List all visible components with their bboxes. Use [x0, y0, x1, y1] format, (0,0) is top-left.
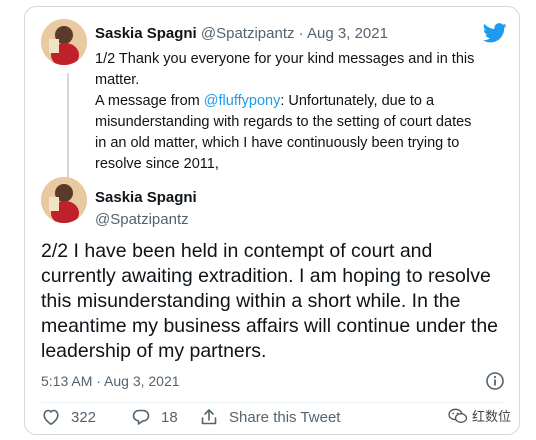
- reply-icon: [132, 409, 150, 425]
- tweet-actions: 322 18 Share this Tweet: [41, 407, 511, 435]
- share-button[interactable]: Share this Tweet: [199, 407, 340, 427]
- like-count: 322: [71, 408, 97, 426]
- watermark: 红数位: [448, 406, 511, 425]
- share-icon: [201, 409, 217, 425]
- avatar[interactable]: [41, 19, 87, 65]
- quoted-tweet-header: Saskia Spagni @Spatzipantz · Aug 3, 2021: [95, 25, 388, 42]
- quoted-tweet-text: 1/2 Thank you everyone for your kind mes…: [95, 49, 485, 175]
- separator: ·: [294, 25, 308, 42]
- author-handle[interactable]: @Spatzipantz: [201, 25, 295, 42]
- watermark-text: 红数位: [472, 409, 512, 424]
- thread-line: [67, 73, 69, 185]
- tweet-text-paragraph: A message from @fluffypony: Unfortunatel…: [95, 91, 485, 175]
- divider: [41, 402, 505, 403]
- twitter-bird-icon[interactable]: [483, 23, 507, 48]
- tweet-card: Saskia Spagni @Spatzipantz · Aug 3, 2021…: [24, 6, 520, 435]
- reply-count: 18: [161, 408, 178, 426]
- heart-icon: [43, 409, 59, 425]
- tweet-date[interactable]: Aug 3, 2021: [307, 25, 388, 42]
- reply-button[interactable]: 18: [131, 407, 178, 427]
- tweet-text: 2/2 I have been held in contempt of cour…: [41, 240, 499, 362]
- info-icon[interactable]: [485, 371, 505, 396]
- tweet-timestamp[interactable]: 5:13 AM · Aug 3, 2021: [41, 373, 180, 389]
- like-button[interactable]: 322: [41, 407, 96, 427]
- wechat-icon: [448, 408, 468, 423]
- author-handle[interactable]: @Spatzipantz: [95, 211, 189, 228]
- author-name[interactable]: Saskia Spagni: [95, 189, 197, 206]
- text-prefix: A message from: [95, 93, 204, 109]
- tweet-text-line: 1/2 Thank you everyone for your kind mes…: [95, 51, 475, 88]
- mention-link[interactable]: @fluffypony: [204, 93, 281, 109]
- avatar[interactable]: [41, 177, 87, 223]
- author-name[interactable]: Saskia Spagni: [95, 25, 197, 42]
- share-label: Share this Tweet: [229, 408, 341, 426]
